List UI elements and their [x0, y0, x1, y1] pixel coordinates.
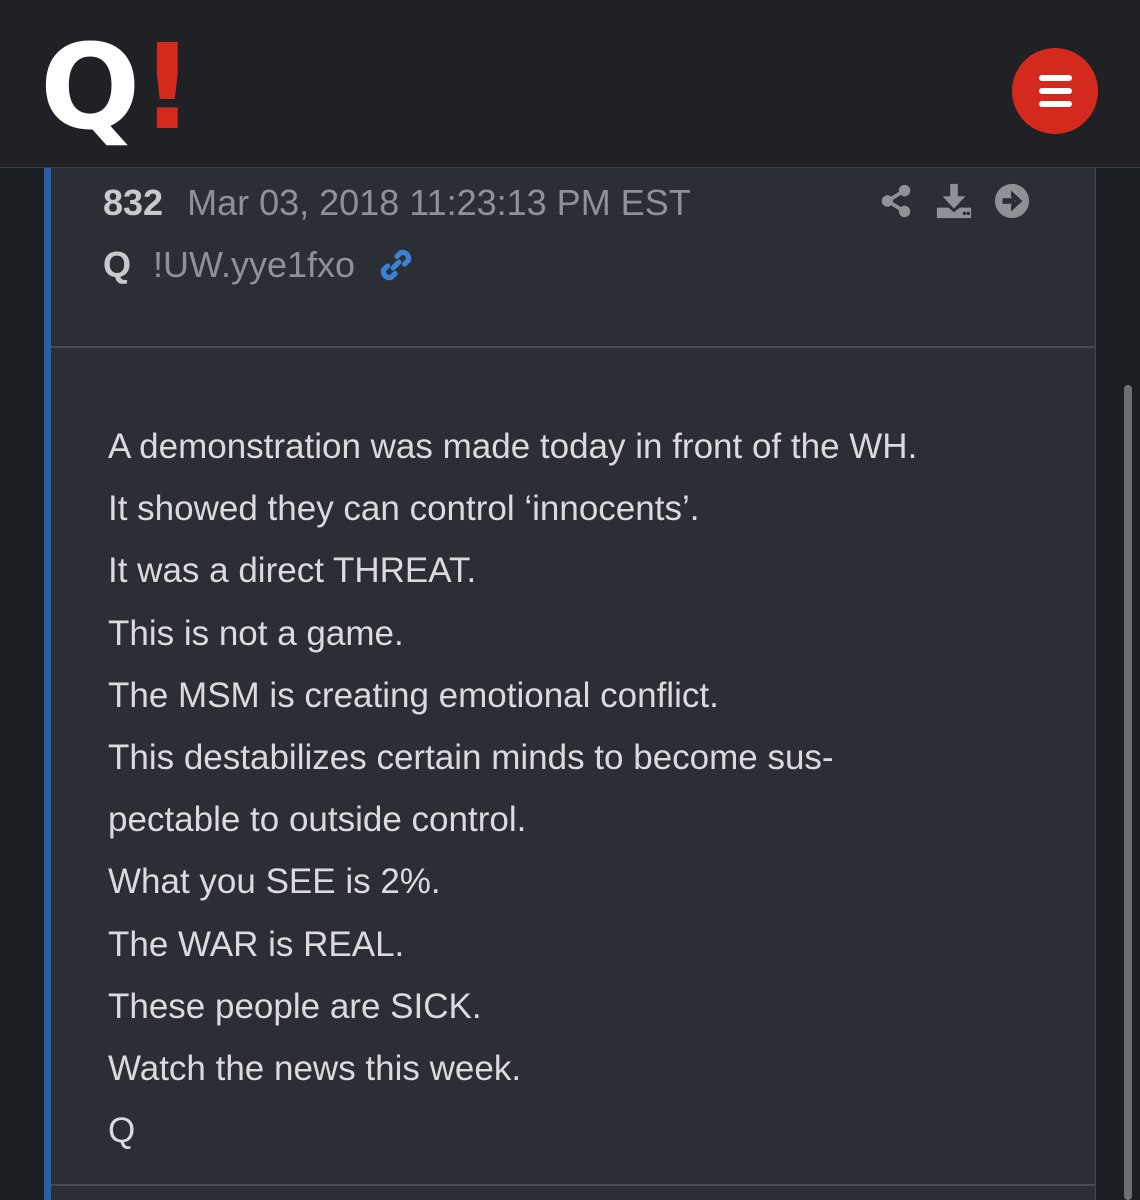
post-line: pectable to outside control.: [108, 800, 527, 840]
post-line: These people are SICK.: [108, 986, 482, 1026]
hamburger-menu-icon: [1038, 75, 1072, 81]
post-line: The MSM is creating emotional conflict.: [108, 675, 719, 715]
hamburger-menu-icon-bar: [1038, 88, 1072, 94]
post-line: It was a direct THREAT.: [108, 551, 477, 591]
post-line: This destabilizes certain minds to becom…: [108, 738, 834, 778]
post-meta-row: 832 Mar 03, 2018 11:23:13 PM EST: [103, 182, 691, 224]
forward-icon[interactable]: [993, 182, 1031, 220]
top-navbar: Q !: [0, 0, 1140, 168]
post-tripcode: !UW.yye1fxo: [153, 244, 356, 285]
link-icon[interactable]: [377, 246, 415, 284]
post-timestamp: Mar 03, 2018 11:23:13 PM EST: [187, 182, 691, 223]
menu-button[interactable]: [1012, 48, 1098, 134]
post-line: What you SEE is 2%.: [108, 862, 441, 902]
post-author: Q: [103, 244, 132, 285]
post-body: A demonstration was made today in front …: [51, 348, 1096, 1186]
post-author-row: Q !UW.yye1fxo: [103, 244, 415, 286]
next-post-edge: [51, 1186, 1096, 1200]
download-icon[interactable]: [935, 182, 973, 220]
post-message: A demonstration was made today in front …: [108, 416, 917, 1162]
post-header: 832 Mar 03, 2018 11:23:13 PM EST Q !UW.y…: [51, 168, 1096, 348]
logo-letter: Q: [40, 18, 140, 156]
post-number[interactable]: 832: [103, 182, 163, 224]
post-line: This is not a game.: [108, 613, 404, 653]
post-actions: [877, 182, 1031, 220]
hamburger-menu-icon-bar: [1038, 101, 1072, 107]
post-accent-bar: [44, 168, 51, 1200]
scrollbar-thumb[interactable]: [1124, 385, 1132, 1200]
site-logo[interactable]: Q !: [40, 28, 194, 146]
post-line: It showed they can control ‘innocents’.: [108, 489, 700, 529]
post-line: Watch the news this week.: [108, 1049, 522, 1089]
logo-mark: !: [140, 18, 195, 156]
share-icon[interactable]: [877, 182, 915, 220]
post-line: A demonstration was made today in front …: [108, 427, 918, 466]
post-line: The WAR is REAL.: [108, 924, 405, 964]
post-signature: Q: [108, 1111, 136, 1151]
